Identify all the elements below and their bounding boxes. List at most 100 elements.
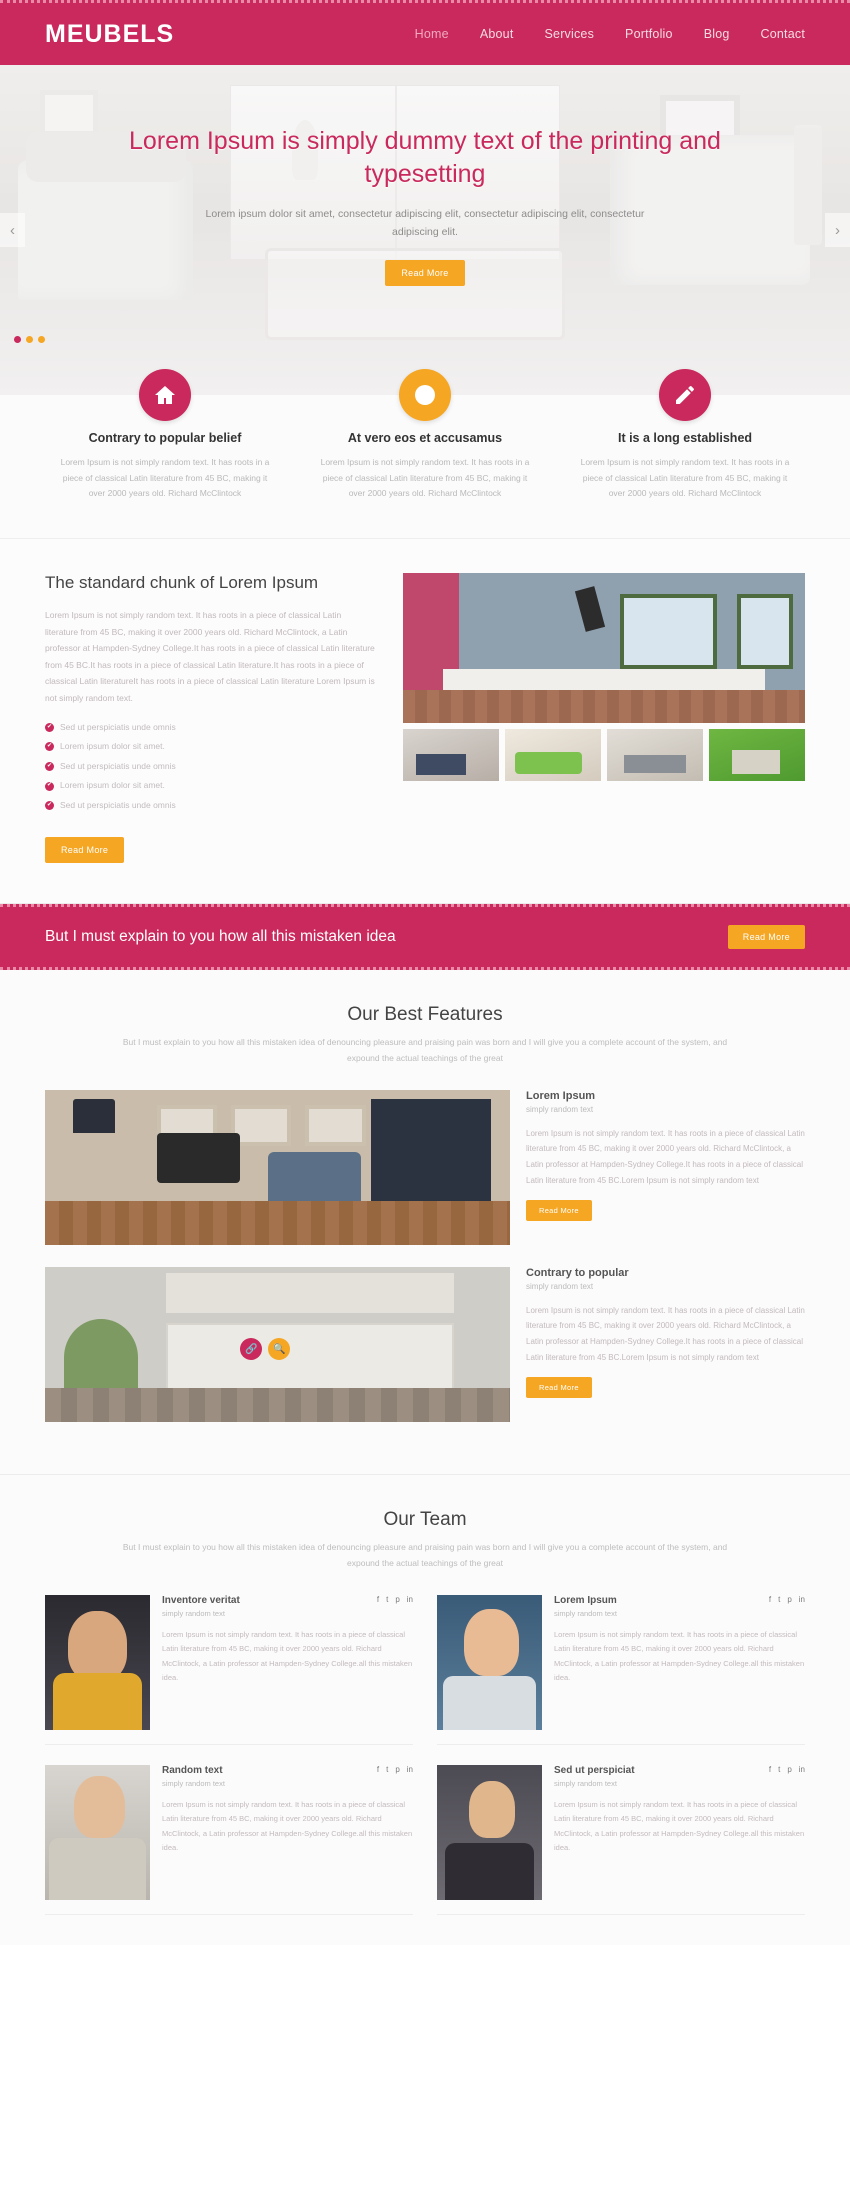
feature-text: Lorem Ipsum is not simply random text. I… (580, 457, 790, 499)
best-feature-read-more-button[interactable]: Read More (526, 1377, 592, 1399)
best-features-section: Our Best Features But I must explain to … (0, 969, 850, 1475)
team-member-name: Lorem Ipsum (554, 1595, 617, 1607)
check-circle-icon: ✔ (45, 742, 54, 752)
list-item: ✔ Lorem ipsum dolor sit amet. (45, 779, 375, 793)
list-item: ✔ Sed ut perspiciatis unde omnis (45, 799, 375, 813)
nav-item-blog[interactable]: Blog (704, 27, 730, 41)
team-member-role: simply random text (162, 1779, 225, 1789)
image-hover-actions: 🔗 🔍 (240, 1338, 291, 1361)
feature-text: Lorem Ipsum is not simply random text. I… (320, 457, 530, 499)
slider-dot-2[interactable] (26, 336, 33, 343)
pinterest-icon[interactable]: p (395, 1595, 399, 1604)
list-item-label: Lorem ipsum dolor sit amet. (60, 741, 165, 752)
link-icon[interactable]: 🔗 (240, 1338, 263, 1361)
edit-icon[interactable] (659, 369, 711, 421)
check-circle-icon: ✔ (45, 762, 54, 772)
team-heading: Our Team (383, 1508, 467, 1530)
check-circle-icon: ✔ (45, 801, 54, 811)
team-member-bio: Lorem Ipsum is not simply random text. I… (554, 1630, 805, 1682)
slider-dot-1[interactable] (14, 336, 21, 343)
team-member-card: Random text simply random text f t p in … (45, 1765, 413, 1916)
twitter-icon[interactable]: t (386, 1595, 388, 1604)
home-icon[interactable] (139, 369, 191, 421)
cta-read-more-button[interactable]: Read More (727, 924, 805, 949)
list-item: ✔ Sed ut perspiciatis unde omnis (45, 760, 375, 774)
clock-icon[interactable] (399, 369, 451, 421)
best-feature-title: Contrary to popular (526, 1266, 629, 1279)
avatar (45, 1595, 150, 1731)
gallery-thumbnails (403, 729, 805, 782)
facebook-icon[interactable]: f (377, 1595, 379, 1604)
hero-title: Lorem Ipsum is simply dummy text of the … (129, 127, 721, 188)
feature-title: Contrary to popular belief (88, 431, 242, 445)
best-feature-row-2: 🔗 🔍 Contrary to popular simply random te… (45, 1266, 805, 1422)
feature-title: It is a long established (617, 431, 753, 445)
gallery-main-image[interactable] (403, 573, 805, 724)
slider-prev-arrow-icon[interactable]: ‹ (0, 213, 25, 247)
pinterest-icon[interactable]: p (395, 1765, 399, 1774)
list-item-label: Sed ut perspiciatis unde omnis (60, 799, 176, 810)
nav-item-services[interactable]: Services (545, 27, 595, 41)
main-navigation: Home About Services Portfolio Blog Conta… (415, 27, 805, 41)
team-member-role: simply random text (162, 1609, 225, 1619)
about-read-more-button[interactable]: Read More (45, 836, 125, 863)
team-member-name: Sed ut perspiciat (554, 1765, 635, 1777)
best-features-subtext: But I must explain to you how all this m… (122, 1036, 728, 1063)
team-member-bio: Lorem Ipsum is not simply random text. I… (554, 1800, 805, 1852)
slider-dot-3[interactable] (38, 336, 45, 343)
best-feature-image-1[interactable] (45, 1089, 510, 1245)
team-member-role: simply random text (554, 1609, 617, 1619)
about-section: The standard chunk of Lorem Ipsum Lorem … (0, 539, 850, 904)
linkedin-icon[interactable]: in (799, 1595, 805, 1604)
nav-item-portfolio[interactable]: Portfolio (625, 27, 673, 41)
site-logo[interactable]: MEUBELS (45, 20, 174, 49)
facebook-icon[interactable]: f (769, 1595, 771, 1604)
linkedin-icon[interactable]: in (407, 1765, 413, 1774)
check-circle-icon: ✔ (45, 722, 54, 732)
best-feature-row-1: Lorem Ipsum simply random text Lorem Ips… (45, 1089, 805, 1245)
feature-text: Lorem Ipsum is not simply random text. I… (60, 457, 270, 499)
nav-item-home[interactable]: Home (415, 27, 449, 41)
nav-item-contact[interactable]: Contact (761, 27, 805, 41)
best-feature-subtitle: simply random text (526, 1104, 594, 1114)
list-item: ✔ Lorem ipsum dolor sit amet. (45, 740, 375, 754)
pinterest-icon[interactable]: p (787, 1595, 791, 1604)
pinterest-icon[interactable]: p (787, 1765, 791, 1774)
feature-card-3: It is a long established Lorem Ipsum is … (565, 369, 805, 502)
avatar (437, 1765, 542, 1901)
slider-next-arrow-icon[interactable]: › (825, 213, 850, 247)
social-links: f t p in (769, 1595, 805, 1604)
hero-slider: ‹ › Lorem Ipsum is simply dummy text of … (0, 65, 850, 395)
page-root: MEUBELS Home About Services Portfolio Bl… (0, 0, 850, 1946)
gallery-thumb-3[interactable] (607, 729, 703, 782)
slider-pagination-dots[interactable] (14, 336, 45, 343)
team-member-name: Random text (162, 1765, 223, 1777)
nav-item-about[interactable]: About (480, 27, 514, 41)
twitter-icon[interactable]: t (386, 1765, 388, 1774)
team-member-role: simply random text (554, 1779, 617, 1789)
best-feature-title: Lorem Ipsum (526, 1089, 596, 1102)
linkedin-icon[interactable]: in (799, 1765, 805, 1774)
feature-card-1: Contrary to popular belief Lorem Ipsum i… (45, 369, 285, 502)
twitter-icon[interactable]: t (778, 1595, 780, 1604)
best-feature-read-more-button[interactable]: Read More (526, 1200, 592, 1222)
gallery-thumb-4[interactable] (709, 729, 805, 782)
team-member-card: Sed ut perspiciat simply random text f t… (437, 1765, 805, 1916)
facebook-icon[interactable]: f (377, 1765, 379, 1774)
list-item-label: Sed ut perspiciatis unde omnis (60, 721, 176, 732)
gallery-thumb-1[interactable] (403, 729, 499, 782)
avatar (45, 1765, 150, 1901)
hero-read-more-button[interactable]: Read More (385, 259, 465, 286)
gallery-thumb-2[interactable] (505, 729, 601, 782)
search-icon[interactable]: 🔍 (268, 1338, 291, 1361)
about-heading: The standard chunk of Lorem Ipsum (45, 573, 319, 593)
hero-subtitle: Lorem ipsum dolor sit amet, consectetur … (205, 208, 645, 239)
list-item-label: Sed ut perspiciatis unde omnis (60, 760, 176, 771)
twitter-icon[interactable]: t (778, 1765, 780, 1774)
list-item-label: Lorem ipsum dolor sit amet. (60, 780, 165, 791)
linkedin-icon[interactable]: in (407, 1595, 413, 1604)
best-feature-image-2[interactable]: 🔗 🔍 (45, 1266, 510, 1422)
facebook-icon[interactable]: f (769, 1765, 771, 1774)
social-links: f t p in (769, 1765, 805, 1774)
list-item: ✔ Sed ut perspiciatis unde omnis (45, 721, 375, 735)
